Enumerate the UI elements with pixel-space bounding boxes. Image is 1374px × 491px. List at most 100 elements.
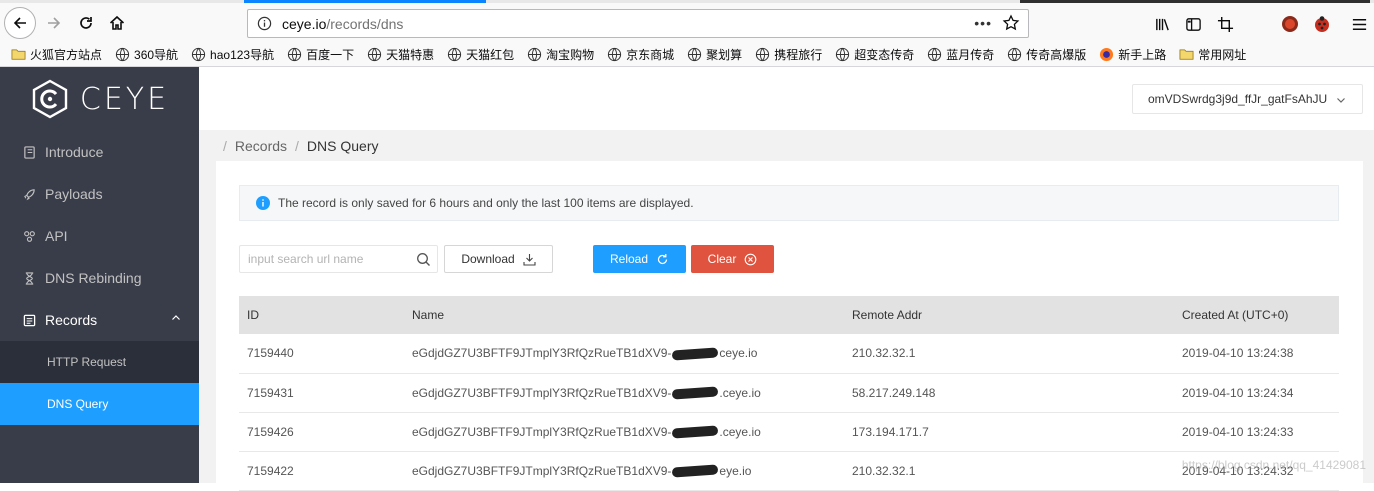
name-suffix: .ceye.io [719, 385, 761, 400]
extension-icon[interactable] [1281, 15, 1299, 33]
bookmark-item[interactable]: 百度一下 [286, 46, 354, 63]
bookmark-item[interactable]: 携程旅行 [754, 46, 822, 63]
globe-icon [190, 47, 206, 63]
back-button[interactable] [4, 7, 36, 39]
bookmark-label: 天猫红包 [466, 48, 515, 62]
globe-icon [606, 47, 622, 63]
table-body: 7159440 eGdjdGZ7U3BFTF9JTmplY3RfQzRueTB1d… [239, 334, 1339, 491]
cell-name: eGdjdGZ7U3BFTF9JTmplY3RfQzRueTB1dXV9- .ce… [404, 373, 844, 413]
bookmark-item[interactable]: 新手上路 [1098, 46, 1166, 63]
cell-name: eGdjdGZ7U3BFTF9JTmplY3RfQzRueTB1dXV9- cey… [404, 334, 844, 374]
sidebar-toggle-icon[interactable] [1184, 15, 1202, 33]
bookmark-label: 携程旅行 [774, 48, 823, 62]
breadcrumb: / Records / DNS Query [199, 130, 1374, 162]
sidebar-item-api[interactable]: API [0, 215, 199, 257]
sidebar-item-label: DNS Rebinding [45, 270, 142, 286]
cell-created-at: 2019-04-10 13:24:34 [1174, 373, 1339, 413]
bookmark-label: 火狐官方站点 [30, 48, 103, 62]
sidebar-item-introduce[interactable]: Introduce [0, 131, 199, 173]
globe-icon [526, 47, 542, 63]
bookmark-item[interactable]: 京东商城 [606, 46, 674, 63]
sidebar-item-label: API [45, 228, 68, 244]
bookmark-label: 360导航 [134, 48, 179, 62]
sidebar-item-dns-rebinding[interactable]: DNS Rebinding [0, 257, 199, 299]
ladybug-icon[interactable] [1313, 15, 1331, 33]
globe-icon [834, 47, 850, 63]
table-row: 7159426 eGdjdGZ7U3BFTF9JTmplY3RfQzRueTB1d… [239, 412, 1339, 452]
bookmark-label: 京东商城 [626, 48, 675, 62]
address-bar[interactable]: ceye.io/records/dns ••• [247, 9, 1029, 38]
home-icon [109, 15, 125, 30]
cell-id: 7159431 [239, 373, 404, 413]
cell-remote-addr: 173.194.171.7 [844, 412, 1174, 452]
logo-text: CEYE [79, 81, 170, 117]
bookmark-item[interactable]: 天猫特惠 [366, 46, 434, 63]
bookmark-item[interactable]: 蓝月传奇 [926, 46, 994, 63]
name-prefix: eGdjdGZ7U3BFTF9JTmplY3RfQzRueTB1dXV9- [412, 424, 672, 439]
star-icon[interactable] [1002, 14, 1020, 32]
bookmark-item[interactable]: 聚划算 [686, 46, 742, 63]
sidebar-subitem-dns-query[interactable]: DNS Query [0, 383, 199, 425]
home-button[interactable] [103, 9, 131, 37]
bookmark-item[interactable]: 超变态传奇 [834, 46, 914, 63]
bookmark-label: 传奇高爆版 [1026, 48, 1087, 62]
bookmark-item[interactable]: 传奇高爆版 [1006, 46, 1086, 63]
globe-icon [286, 47, 302, 63]
forward-button[interactable] [40, 9, 68, 37]
breadcrumb-current: DNS Query [306, 138, 379, 154]
sidebar-subitem-http-request[interactable]: HTTP Request [0, 341, 199, 383]
clear-label: Clear [707, 252, 737, 266]
cell-created-at: 2019-04-10 13:24:33 [1174, 412, 1339, 452]
name-prefix: eGdjdGZ7U3BFTF9JTmplY3RfQzRueTB1dXV9- [412, 385, 672, 400]
bookmark-item[interactable]: 常用网址 [1178, 46, 1246, 63]
bookmark-item[interactable]: 淘宝购物 [526, 46, 594, 63]
sidebar-item-records[interactable]: Records [0, 299, 199, 341]
globe-icon [446, 47, 462, 63]
notice-banner: The record is only saved for 6 hours and… [239, 185, 1339, 221]
bookmark-item[interactable]: 天猫红包 [446, 46, 514, 63]
table-row: 7159431 eGdjdGZ7U3BFTF9JTmplY3RfQzRueTB1d… [239, 373, 1339, 413]
reload-button[interactable]: Reload [593, 245, 686, 273]
globe-icon [366, 47, 382, 63]
bookmark-label: hao123导航 [210, 48, 275, 62]
clear-button[interactable]: Clear [691, 245, 774, 273]
bookmark-label: 超变态传奇 [854, 48, 915, 62]
search-icon[interactable] [416, 252, 431, 267]
name-suffix: .ceye.io [719, 424, 761, 439]
globe-icon [686, 47, 702, 63]
bookmark-item[interactable]: 360导航 [114, 46, 178, 63]
name-suffix: eye.io [719, 463, 752, 478]
folder-icon [1178, 47, 1194, 63]
download-button[interactable]: Download [444, 245, 553, 273]
breadcrumb-records[interactable]: Records [235, 138, 287, 154]
info-circle-icon [256, 196, 270, 210]
screenshot-icon[interactable] [1216, 15, 1234, 33]
firefox-icon [1098, 47, 1114, 63]
redaction-mark [672, 425, 719, 439]
bookmark-item[interactable]: hao123导航 [190, 46, 274, 63]
sidebar-item-label: Introduce [45, 144, 104, 160]
ceye-logo[interactable]: CEYE [0, 67, 199, 131]
chevron-up-icon [172, 315, 180, 320]
reload-label: Reload [609, 252, 649, 266]
info-icon[interactable] [256, 16, 272, 32]
records-submenu: HTTP Request DNS Query [0, 341, 199, 425]
book-icon [22, 145, 36, 159]
breadcrumb-separator: / [295, 138, 299, 154]
redaction-mark [672, 386, 719, 400]
table-header-row: ID Name Remote Addr Created At (UTC+0) [239, 296, 1339, 334]
reload-page-button[interactable] [72, 9, 100, 37]
bookmark-item[interactable]: 火狐官方站点 [10, 46, 102, 63]
redaction-mark [672, 347, 719, 361]
token-dropdown[interactable]: omVDSwrdg3j9d_ffJr_gatFsAhJU [1132, 84, 1363, 114]
library-icon[interactable] [1153, 15, 1171, 33]
hamburger-menu-icon[interactable] [1350, 15, 1368, 33]
name-suffix: ceye.io [719, 346, 758, 361]
cell-name: eGdjdGZ7U3BFTF9JTmplY3RfQzRueTB1dXV9- .ce… [404, 412, 844, 452]
page-actions-menu[interactable]: ••• [974, 15, 992, 31]
top-bar: omVDSwrdg3j9d_ffJr_gatFsAhJU [199, 67, 1374, 130]
token-text: omVDSwrdg3j9d_ffJr_gatFsAhJU [1148, 92, 1328, 106]
folder-icon [10, 47, 26, 63]
sidebar-item-payloads[interactable]: Payloads [0, 173, 199, 215]
search-input[interactable] [248, 252, 413, 266]
